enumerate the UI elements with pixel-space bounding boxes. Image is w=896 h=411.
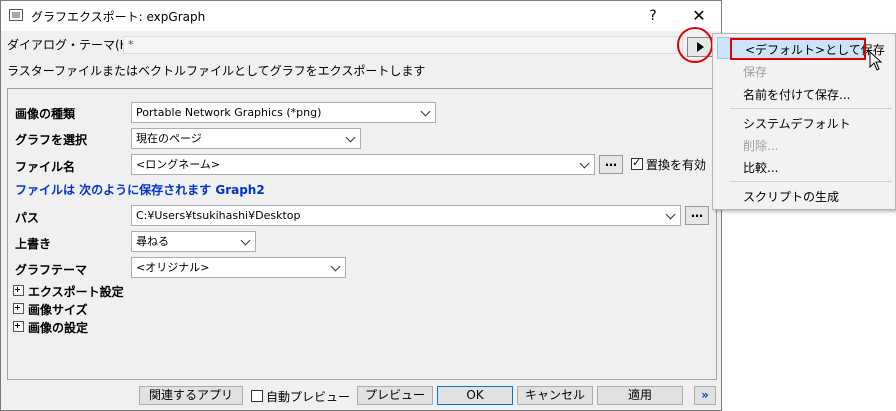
chevron-down-icon <box>240 235 251 246</box>
title-bar: グラフエクスポート: expGraph ? ✕ <box>1 1 721 31</box>
menu-item-delete[interactable]: 削除... <box>743 137 778 154</box>
filename-label: ファイル名 <box>15 160 76 174</box>
replace-checkbox[interactable] <box>631 156 643 170</box>
replace-label: 置換を有効 <box>646 158 707 172</box>
menu-separator <box>730 108 892 109</box>
path-value: C:¥Users¥tsukihashi¥Desktop <box>136 209 301 222</box>
dialog-description: ラスターファイルまたはベクトルファイルとしてグラフをエクスポートします <box>7 64 426 78</box>
related-apps-button[interactable]: 関連するアプリ <box>139 386 243 405</box>
help-button[interactable]: ? <box>641 5 665 27</box>
section-image-size[interactable]: 画像サイズ <box>13 301 88 318</box>
section-image-settings[interactable]: 画像の設定 <box>13 319 88 336</box>
menu-item-compare[interactable]: 比較... <box>743 159 778 176</box>
select-graph-value: 現在のページ <box>136 132 202 145</box>
image-type-value: Portable Network Graphics (*png) <box>136 106 322 119</box>
select-graph-select[interactable]: 現在のページ <box>131 128 361 149</box>
section-label: 画像サイズ <box>28 303 88 317</box>
overwrite-select[interactable]: 尋ねる <box>131 231 256 252</box>
menu-item-system-default[interactable]: システムデフォルト <box>743 115 851 132</box>
section-label: エクスポート設定 <box>28 285 124 299</box>
close-button[interactable]: ✕ <box>685 5 713 27</box>
save-note: ファイルは 次のように保存されます Graph2 <box>15 183 265 197</box>
window-icon <box>9 9 23 21</box>
menu-item-save[interactable]: 保存 <box>743 63 767 80</box>
image-type-label: 画像の種類 <box>15 107 76 121</box>
export-dialog: グラフエクスポート: expGraph ? ✕ ダイアログ・テーマ(H) * ラ… <box>0 0 722 411</box>
menu-highlight-box <box>730 38 866 60</box>
auto-preview-label: 自動プレビュー <box>266 390 351 404</box>
highlight-circle <box>677 27 713 63</box>
chevron-down-icon <box>345 132 356 143</box>
settings-panel <box>7 88 717 380</box>
auto-preview-checkbox[interactable] <box>251 390 263 402</box>
section-export-settings[interactable]: エクスポート設定 <box>13 283 124 300</box>
chevron-down-icon <box>330 261 341 272</box>
section-label: 画像の設定 <box>28 321 89 335</box>
graph-theme-label: グラフテーマ <box>15 263 88 277</box>
menu-item-save-as[interactable]: 名前を付けて保存... <box>743 86 850 103</box>
graph-theme-value: <オリジナル> <box>136 261 210 274</box>
cancel-button[interactable]: キャンセル <box>517 386 593 405</box>
overwrite-value: 尋ねる <box>136 235 169 248</box>
path-combo[interactable]: C:¥Users¥tsukihashi¥Desktop <box>131 205 681 226</box>
apply-button[interactable]: 適用 <box>597 386 683 405</box>
filename-combo[interactable]: <ロングネーム> <box>131 154 595 175</box>
menu-separator <box>730 181 892 182</box>
ok-button[interactable]: OK <box>437 386 513 405</box>
path-browse-button[interactable]: … <box>685 206 709 225</box>
dialog-theme-label: ダイアログ・テーマ(H) <box>7 38 134 52</box>
image-type-select[interactable]: Portable Network Graphics (*png) <box>131 102 436 123</box>
expand-plus-icon <box>13 303 24 314</box>
window-title: グラフエクスポート: expGraph <box>31 10 206 24</box>
filename-browse-button[interactable]: … <box>599 155 623 174</box>
path-label: パス <box>15 211 40 225</box>
chevron-down-icon <box>665 209 676 220</box>
select-graph-label: グラフを選択 <box>15 133 88 147</box>
dialog-theme-field[interactable]: * <box>123 36 683 54</box>
mouse-cursor-icon <box>869 51 883 71</box>
chevron-down-icon <box>420 106 431 117</box>
more-button[interactable]: » <box>694 386 716 405</box>
overwrite-label: 上書き <box>15 237 52 251</box>
preview-button[interactable]: プレビュー <box>357 386 433 405</box>
filename-value: <ロングネーム> <box>136 158 221 171</box>
chevron-down-icon <box>579 158 590 169</box>
graph-theme-select[interactable]: <オリジナル> <box>131 257 346 278</box>
menu-item-generate-script[interactable]: スクリプトの生成 <box>743 188 839 205</box>
expand-plus-icon <box>13 321 24 332</box>
expand-plus-icon <box>13 285 24 296</box>
